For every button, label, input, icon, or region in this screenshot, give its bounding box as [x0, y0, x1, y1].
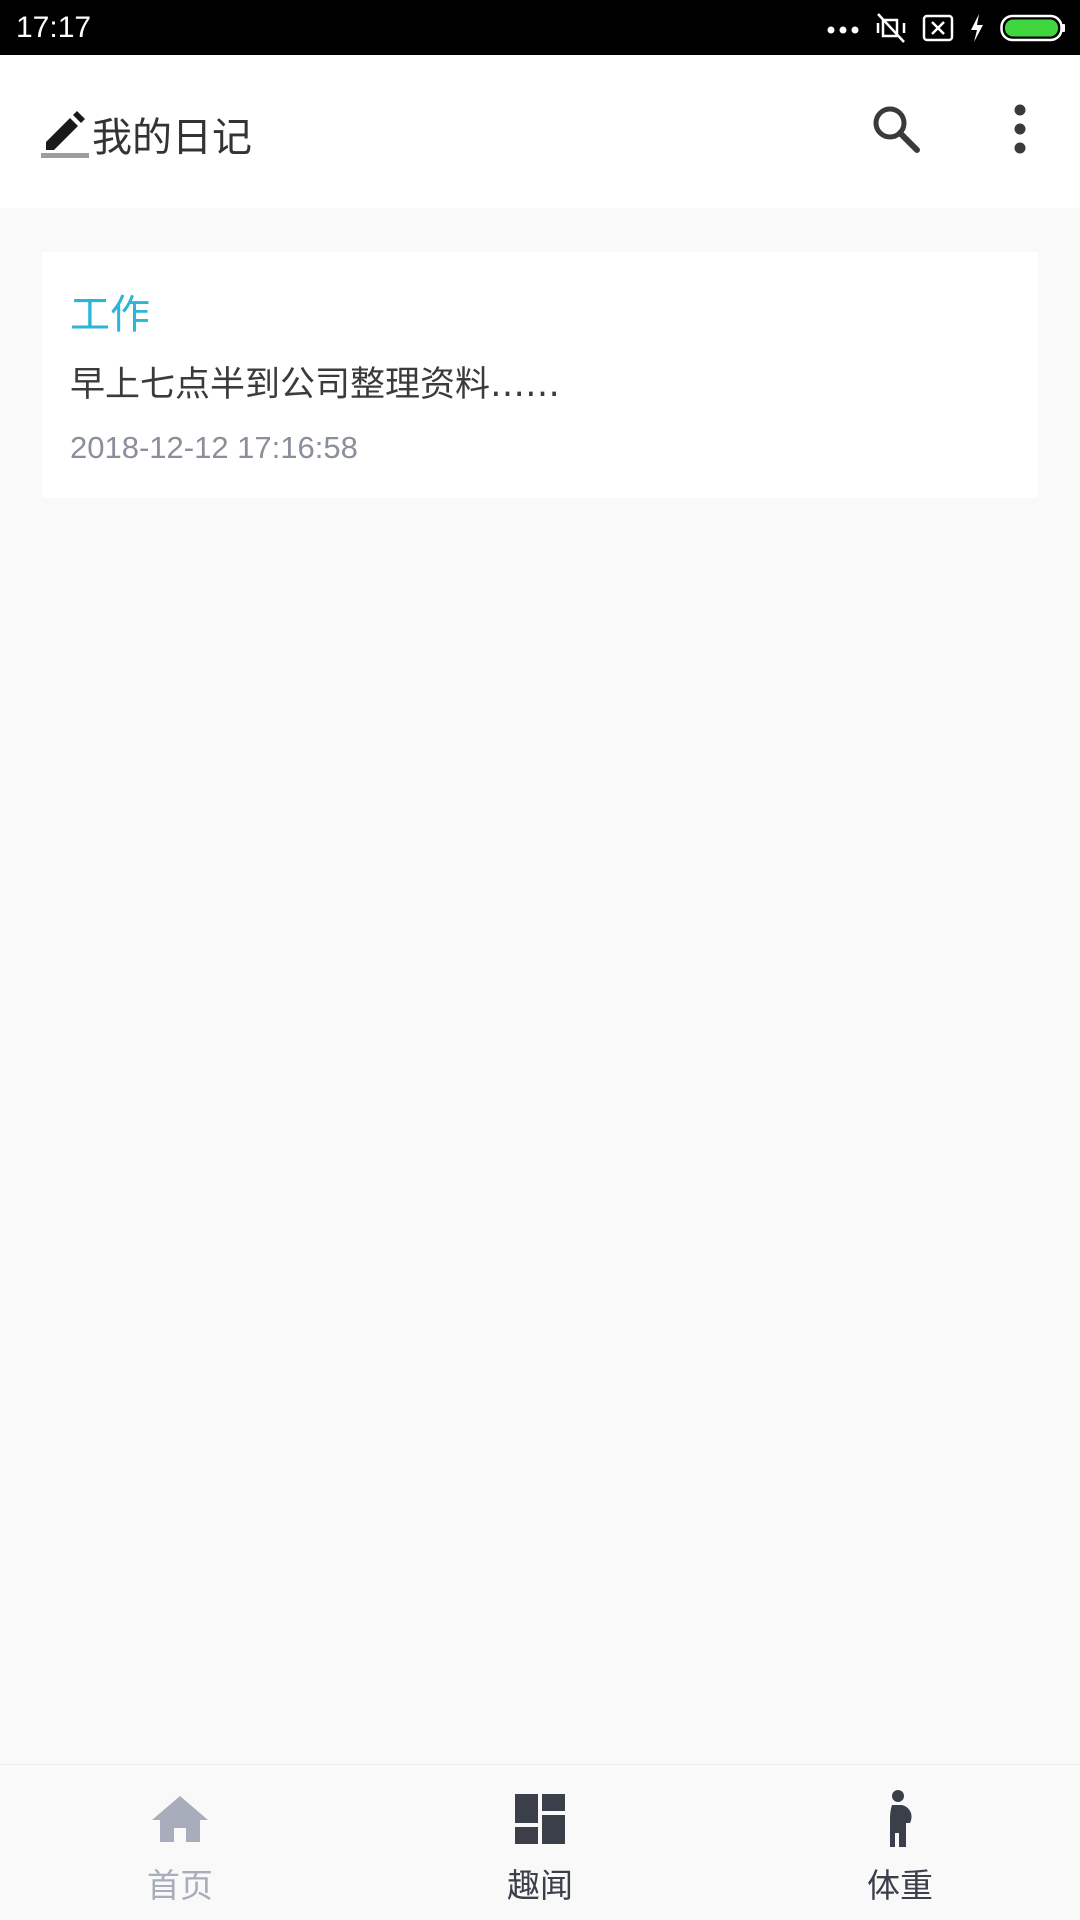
- nav-item-news[interactable]: 趣闻: [360, 1765, 720, 1920]
- home-icon: [145, 1789, 215, 1849]
- entry-category: 工作: [70, 292, 150, 338]
- app-actions: [866, 101, 1050, 161]
- vibrate-mute-icon: [874, 12, 908, 44]
- charging-icon: [968, 13, 986, 43]
- nav-item-weight[interactable]: 体重: [720, 1765, 1080, 1920]
- page-title: 我的日记: [92, 115, 252, 161]
- overflow-menu-icon: [1013, 104, 1027, 158]
- nav-item-home[interactable]: 首页: [0, 1765, 360, 1920]
- entry-preview-text: 早上七点半到公司整理资料……: [70, 365, 561, 405]
- more-dots-icon: [826, 22, 860, 34]
- app-title-group: 我的日记: [40, 105, 252, 163]
- status-time: 17:17: [16, 10, 92, 44]
- pencil-icon: [40, 106, 90, 162]
- status-icons: [826, 12, 1066, 44]
- sim-x-icon: [922, 14, 954, 42]
- nav-label-home: 首页: [147, 1866, 213, 1905]
- pregnant-person-icon: [865, 1789, 935, 1849]
- screen: 17:17 我的日记 工作 早上七点半到公司整理资料…… 2018-12-12 …: [0, 0, 1080, 1920]
- search-icon: [870, 103, 922, 159]
- nav-label-news: 趣闻: [507, 1866, 573, 1905]
- battery-icon: [1000, 13, 1066, 43]
- diary-list: 工作 早上七点半到公司整理资料…… 2018-12-12 17:16:58: [0, 208, 1080, 1764]
- diary-entry-card[interactable]: 工作 早上七点半到公司整理资料…… 2018-12-12 17:16:58: [42, 252, 1038, 498]
- overflow-menu-button[interactable]: [990, 101, 1050, 161]
- search-button[interactable]: [866, 101, 926, 161]
- status-bar: 17:17: [0, 0, 1080, 55]
- bottom-nav: 首页 趣闻 体重: [0, 1764, 1080, 1920]
- app-bar: 我的日记: [0, 55, 1080, 208]
- nav-label-weight: 体重: [867, 1866, 933, 1905]
- entry-timestamp: 2018-12-12 17:16:58: [70, 430, 358, 465]
- dashboard-icon: [505, 1789, 575, 1849]
